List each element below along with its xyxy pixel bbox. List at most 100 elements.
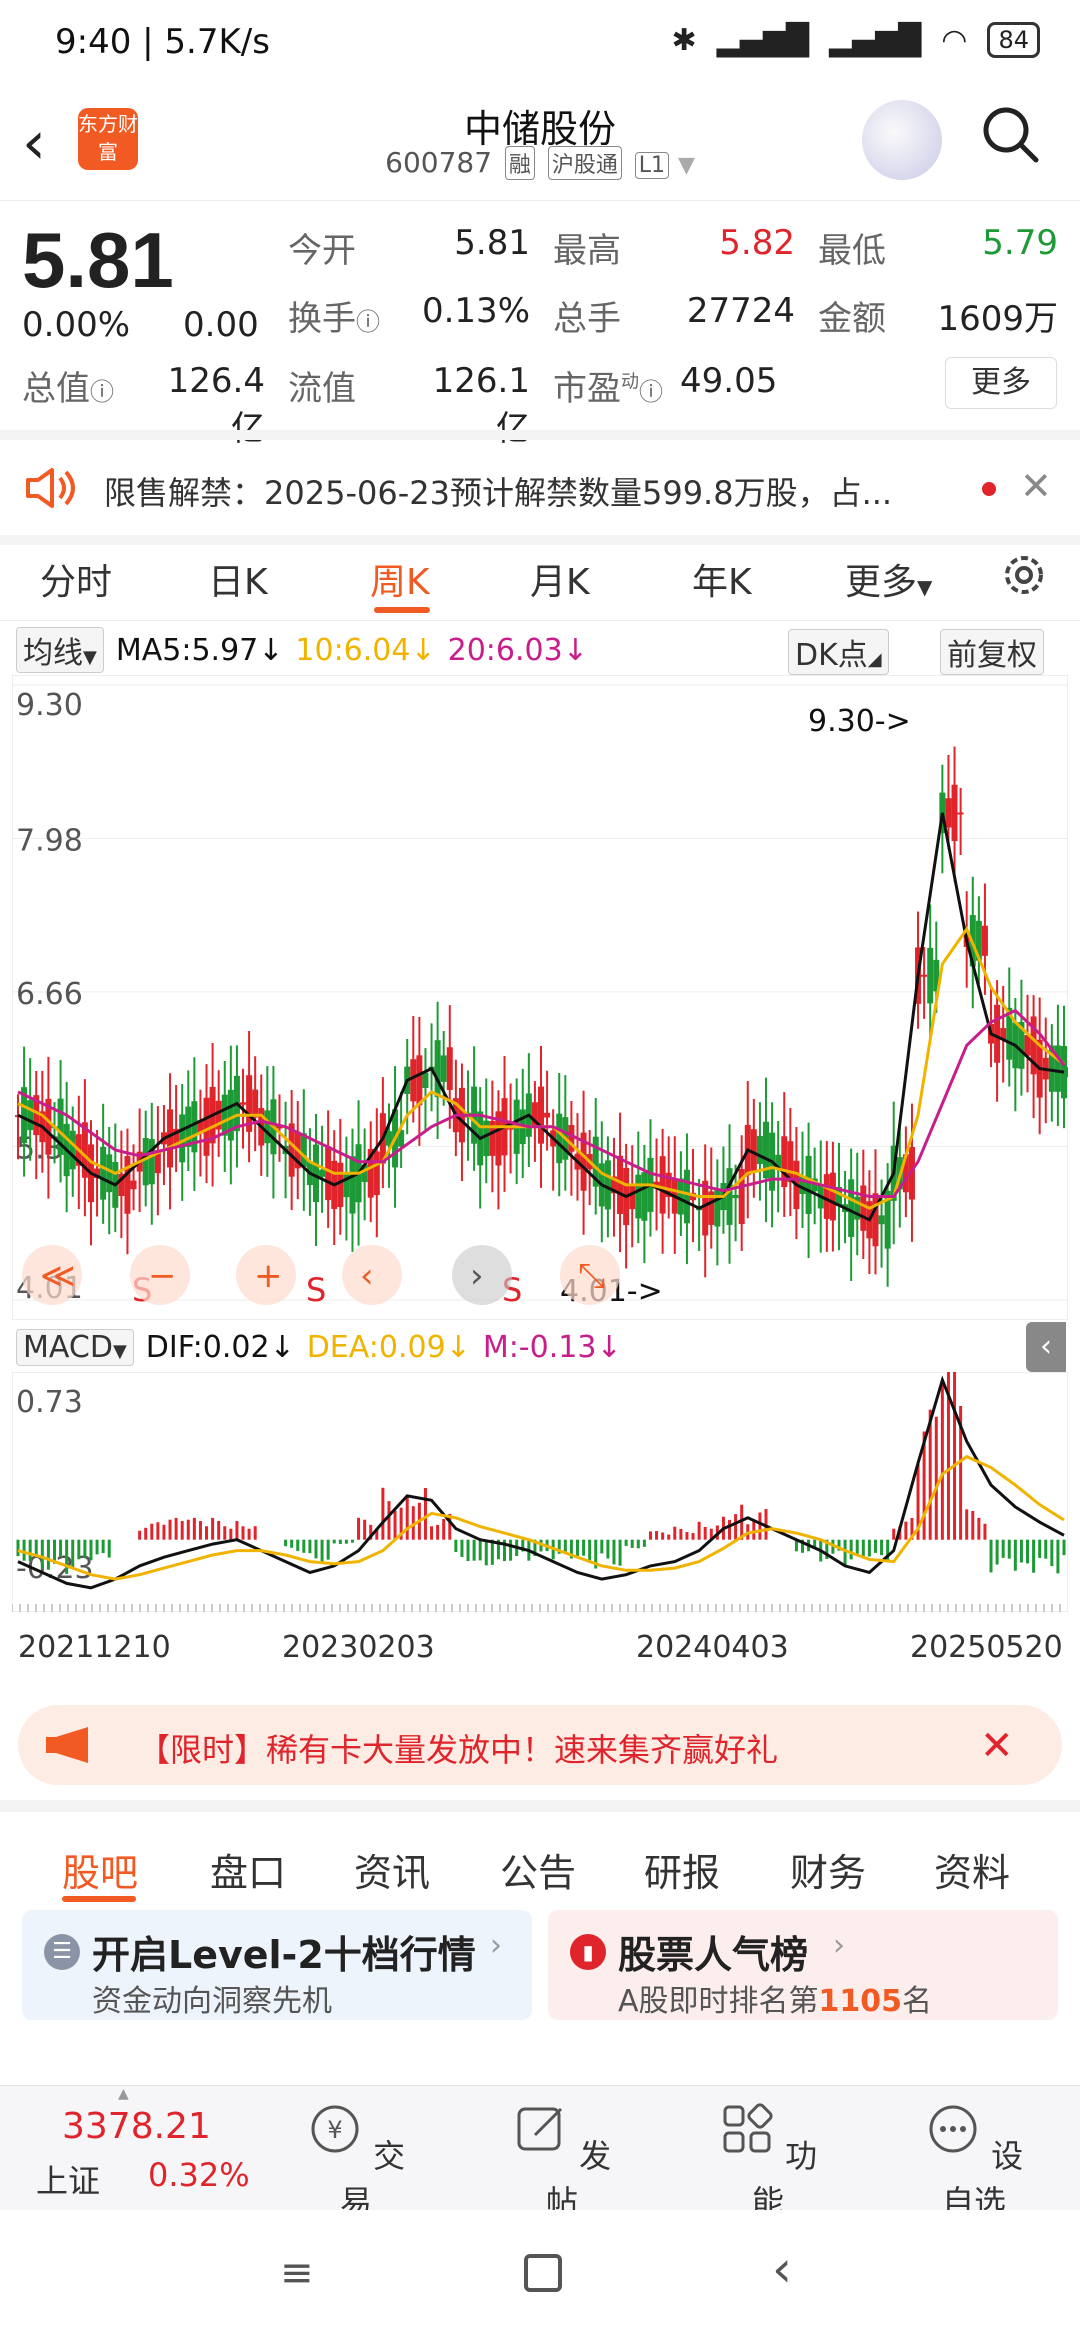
- tab-monthly[interactable]: 月K: [530, 553, 590, 605]
- collapse-arrow-icon[interactable]: ‹: [1026, 1322, 1066, 1372]
- tab-more[interactable]: 更多▼: [845, 553, 932, 605]
- turnover-value: 0.13%: [421, 291, 530, 331]
- active-tab-indicator: [374, 607, 430, 613]
- candle-body: [446, 1047, 453, 1091]
- more-dots-icon: [929, 2105, 977, 2153]
- ma10-value: 10:6.04↓: [295, 632, 436, 668]
- candle-body: [635, 1174, 642, 1219]
- date-label: 20230203: [282, 1630, 435, 1665]
- macd-selector[interactable]: MACD▼: [16, 1328, 134, 1366]
- mktcap-label[interactable]: 总值ⓘ: [22, 361, 114, 410]
- candle-body: [69, 1130, 76, 1170]
- candle-body: [240, 1102, 247, 1105]
- caret-down-icon: ▼: [917, 575, 933, 599]
- candle-body: [434, 1040, 441, 1098]
- nav-post[interactable]: 发帖: [502, 2101, 622, 2223]
- tab-news[interactable]: 资讯: [354, 1842, 430, 1897]
- ma5-value: MA5:5.97↓: [115, 632, 284, 668]
- candle-body: [179, 1114, 186, 1163]
- y-tick-label: 6.66: [16, 977, 83, 1012]
- popularity-card[interactable]: ▮ 股票人气榜 A股即时排名第1105名 ›: [548, 1910, 1058, 2020]
- pe-superscript: 动: [621, 371, 639, 393]
- candle-body: [422, 1072, 429, 1088]
- high-value: 5.82: [719, 223, 795, 263]
- close-icon[interactable]: ✕: [1020, 464, 1052, 508]
- tab-announcements[interactable]: 公告: [500, 1842, 576, 1897]
- tab-daily[interactable]: 日K: [208, 553, 268, 605]
- chart-control-glyph: −: [148, 1256, 177, 1296]
- tab-profile[interactable]: 资料: [934, 1842, 1010, 1897]
- candle-body: [805, 1155, 812, 1214]
- candle-body: [27, 1100, 34, 1131]
- lockup-notice[interactable]: 限售解禁：2025-06-23预计解禁数量599.8万股，占... ✕: [0, 430, 1080, 545]
- svg-text:¥: ¥: [327, 2116, 342, 2144]
- date-label: 20240403: [636, 1630, 789, 1665]
- robot-avatar[interactable]: [862, 100, 942, 180]
- kline-chart[interactable]: 9.307.986.665.334.019.30->4.01->SSS≪−+‹›…: [12, 675, 1068, 1320]
- promo-banner[interactable]: 【限时】稀有卡大量发放中！速来集齐赢好礼 ✕: [18, 1705, 1062, 1785]
- candle-body: [227, 1089, 234, 1141]
- candle-body: [878, 1215, 885, 1225]
- close-icon[interactable]: ✕: [980, 1723, 1014, 1769]
- candle-body: [349, 1156, 356, 1214]
- chevron-right-icon: ›: [833, 1928, 845, 1963]
- candle-body: [683, 1169, 690, 1224]
- nav-add-watchlist[interactable]: 设自选: [914, 2101, 1034, 2223]
- macd-chart[interactable]: 0.73-0.23: [12, 1372, 1068, 1612]
- tab-yearly[interactable]: 年K: [692, 553, 752, 605]
- candle-body: [756, 1136, 763, 1165]
- menu-icon[interactable]: ≡: [280, 2250, 314, 2296]
- caret-down-icon: ▼: [677, 153, 695, 178]
- pe-label[interactable]: 市盈动ⓘ: [553, 361, 663, 410]
- candle-body: [410, 1059, 417, 1102]
- promo-text: 【限时】稀有卡大量发放中！速来集齐赢好礼: [138, 1731, 779, 1769]
- float-label: 流值: [288, 369, 356, 409]
- index-value[interactable]: 3378.21: [62, 2106, 211, 2147]
- candle-body: [100, 1146, 107, 1200]
- y-tick-label: 9.30: [16, 688, 83, 723]
- search-icon[interactable]: [980, 104, 1040, 164]
- candle-body: [641, 1172, 648, 1221]
- tab-guba[interactable]: 股吧: [62, 1842, 138, 1897]
- indicator-selector[interactable]: 均线▼: [16, 627, 104, 673]
- candle-body: [848, 1179, 855, 1237]
- level2-card[interactable]: ☰ 开启Level-2十档行情 资金动向洞察先机 ›: [22, 1910, 532, 2020]
- y-tick-label: 0.73: [16, 1385, 83, 1420]
- candle-body: [203, 1097, 210, 1156]
- candle-body: [981, 925, 988, 956]
- candle-body: [167, 1109, 174, 1168]
- gear-icon[interactable]: [998, 549, 1050, 601]
- back-nav-icon[interactable]: ‹: [772, 2240, 792, 2298]
- candle-body: [343, 1172, 350, 1198]
- macd-line-dea: [17, 1454, 1065, 1581]
- nav-trade[interactable]: ¥ 交易: [296, 2101, 416, 2223]
- candle-body: [604, 1160, 611, 1210]
- dk-button[interactable]: DK点◢: [788, 629, 889, 675]
- level2-icon: ☰: [44, 1934, 80, 1970]
- chart-control-glyph: ⤡: [578, 1256, 605, 1296]
- chart-control-glyph: ‹: [360, 1256, 374, 1296]
- candle-body: [142, 1138, 149, 1186]
- nav-functions[interactable]: 功能: [708, 2101, 828, 2223]
- tab-research[interactable]: 研报: [644, 1842, 720, 1897]
- adjust-button[interactable]: 前复权: [940, 629, 1044, 675]
- tab-pankou[interactable]: 盘口: [210, 1842, 286, 1897]
- high-label: 最高: [553, 231, 621, 271]
- candle-body: [325, 1146, 332, 1201]
- candle-body: [629, 1183, 636, 1210]
- candle-body: [440, 1055, 447, 1082]
- tab-finance[interactable]: 财务: [790, 1842, 866, 1897]
- candle-body: [732, 1194, 739, 1199]
- turnover-label[interactable]: 换手ⓘ: [288, 291, 380, 340]
- candle-body: [221, 1094, 228, 1136]
- level2-title: 开启Level-2十档行情: [92, 1933, 476, 1977]
- candle-body: [312, 1144, 319, 1203]
- speaker-icon: [26, 468, 75, 508]
- more-button[interactable]: 更多: [945, 357, 1057, 409]
- tab-weekly[interactable]: 周K: [370, 553, 430, 605]
- candle-body: [1024, 1035, 1031, 1056]
- tab-intraday[interactable]: 分时: [40, 553, 112, 605]
- candle-body: [300, 1133, 307, 1167]
- unread-dot: [982, 482, 996, 496]
- home-icon[interactable]: [524, 2254, 562, 2292]
